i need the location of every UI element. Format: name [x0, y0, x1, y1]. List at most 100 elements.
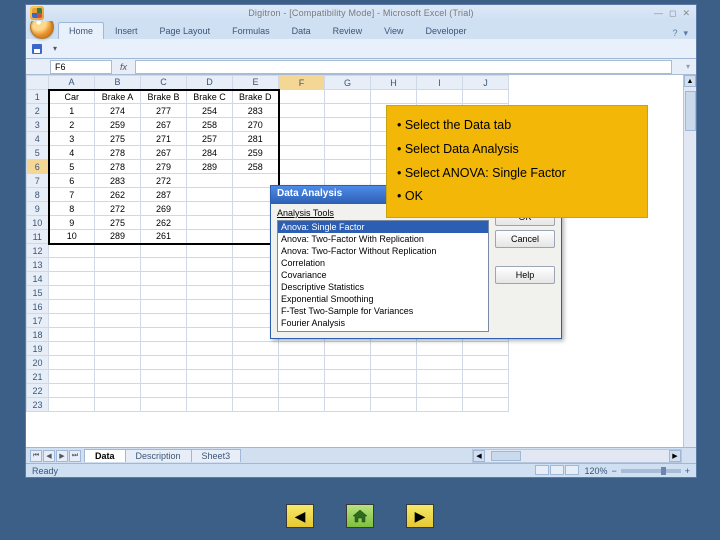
cell[interactable]: 270	[233, 118, 279, 132]
row-header[interactable]: 20	[27, 356, 49, 370]
sheet-tab-data[interactable]: Data	[84, 449, 126, 462]
analysis-tool-item[interactable]: Covariance	[278, 269, 488, 281]
cell[interactable]	[95, 244, 141, 258]
cell[interactable]: 2	[49, 118, 95, 132]
cell[interactable]: Brake B	[141, 90, 187, 104]
cell[interactable]	[371, 384, 417, 398]
ribbon-tab-data[interactable]: Data	[281, 22, 322, 39]
cell[interactable]	[279, 160, 325, 174]
cell[interactable]: 3	[49, 132, 95, 146]
cell[interactable]	[141, 356, 187, 370]
col-header[interactable]: A	[49, 76, 95, 90]
ribbon-tab-developer[interactable]: Developer	[414, 22, 477, 39]
cell[interactable]	[141, 328, 187, 342]
cell[interactable]: 254	[187, 104, 233, 118]
row-header[interactable]: 12	[27, 244, 49, 258]
cell[interactable]	[417, 356, 463, 370]
cell[interactable]	[187, 202, 233, 216]
cell[interactable]: 289	[187, 160, 233, 174]
cell[interactable]	[187, 384, 233, 398]
ribbon-tab-view[interactable]: View	[373, 22, 414, 39]
col-header[interactable]: I	[417, 76, 463, 90]
cell[interactable]	[95, 272, 141, 286]
maximize-button[interactable]: ◻	[669, 8, 676, 19]
cell[interactable]	[49, 370, 95, 384]
cell[interactable]: 278	[95, 160, 141, 174]
ribbon-tab-pagelayout[interactable]: Page Layout	[149, 22, 222, 39]
cell[interactable]: 261	[141, 230, 187, 244]
cell[interactable]: 283	[95, 174, 141, 188]
cell[interactable]	[463, 356, 509, 370]
cell[interactable]: 287	[141, 188, 187, 202]
zoom-slider[interactable]	[621, 469, 681, 473]
cell[interactable]: Car	[49, 90, 95, 104]
cancel-button[interactable]: Cancel	[495, 230, 555, 248]
cell[interactable]	[49, 384, 95, 398]
tab-nav-last-icon[interactable]: ⏭	[69, 450, 81, 462]
cell[interactable]: 283	[233, 104, 279, 118]
cell[interactable]	[49, 300, 95, 314]
cell[interactable]	[141, 370, 187, 384]
scroll-right-icon[interactable]: ▶	[669, 450, 681, 462]
cell[interactable]	[95, 342, 141, 356]
vertical-scrollbar[interactable]: ▲	[683, 75, 696, 447]
cell[interactable]	[325, 132, 371, 146]
cell[interactable]: 281	[233, 132, 279, 146]
cell[interactable]	[187, 258, 233, 272]
col-header[interactable]: C	[141, 76, 187, 90]
row-header[interactable]: 15	[27, 286, 49, 300]
cell[interactable]	[279, 370, 325, 384]
cell[interactable]: 8	[49, 202, 95, 216]
cell[interactable]	[417, 398, 463, 412]
cell[interactable]: 6	[49, 174, 95, 188]
row-header[interactable]: 21	[27, 370, 49, 384]
cell[interactable]: 258	[233, 160, 279, 174]
zoom-in-icon[interactable]: +	[685, 466, 690, 476]
cell[interactable]: 275	[95, 216, 141, 230]
cell[interactable]	[463, 342, 509, 356]
cell[interactable]: 5	[49, 160, 95, 174]
cell[interactable]	[49, 286, 95, 300]
cell[interactable]	[141, 342, 187, 356]
home-slide-button[interactable]	[346, 504, 374, 528]
cell[interactable]	[371, 356, 417, 370]
cell[interactable]: 272	[141, 174, 187, 188]
row-header[interactable]: 3	[27, 118, 49, 132]
scroll-up-icon[interactable]: ▲	[684, 75, 696, 87]
tab-nav-prev-icon[interactable]: ◀	[43, 450, 55, 462]
row-header[interactable]: 6	[27, 160, 49, 174]
cell[interactable]	[141, 300, 187, 314]
minimize-button[interactable]: —	[654, 8, 663, 19]
cell[interactable]	[49, 356, 95, 370]
ribbon-tab-home[interactable]: Home	[58, 22, 104, 39]
row-header[interactable]: 5	[27, 146, 49, 160]
cell[interactable]: 278	[95, 146, 141, 160]
row-header[interactable]: 10	[27, 216, 49, 230]
cell[interactable]: Brake D	[233, 90, 279, 104]
cell[interactable]	[371, 342, 417, 356]
zoom-level[interactable]: 120%	[584, 466, 607, 476]
cell[interactable]	[141, 272, 187, 286]
cell[interactable]	[279, 118, 325, 132]
cell[interactable]: 259	[95, 118, 141, 132]
cell[interactable]: 272	[95, 202, 141, 216]
cell[interactable]	[325, 118, 371, 132]
cell[interactable]	[187, 216, 233, 230]
cell[interactable]	[187, 356, 233, 370]
cell[interactable]	[279, 356, 325, 370]
row-header[interactable]: 4	[27, 132, 49, 146]
cell[interactable]: 4	[49, 146, 95, 160]
cell[interactable]: 269	[141, 202, 187, 216]
ribbon-tab-insert[interactable]: Insert	[104, 22, 149, 39]
analysis-tool-item[interactable]: Anova: Two-Factor Without Replication	[278, 245, 488, 257]
cell[interactable]	[95, 370, 141, 384]
row-header[interactable]: 16	[27, 300, 49, 314]
cell[interactable]	[463, 90, 509, 104]
cell[interactable]	[371, 370, 417, 384]
cell[interactable]	[95, 314, 141, 328]
cell[interactable]	[141, 286, 187, 300]
col-header[interactable]: J	[463, 76, 509, 90]
cell[interactable]	[95, 300, 141, 314]
cell[interactable]	[187, 244, 233, 258]
cell[interactable]	[463, 370, 509, 384]
